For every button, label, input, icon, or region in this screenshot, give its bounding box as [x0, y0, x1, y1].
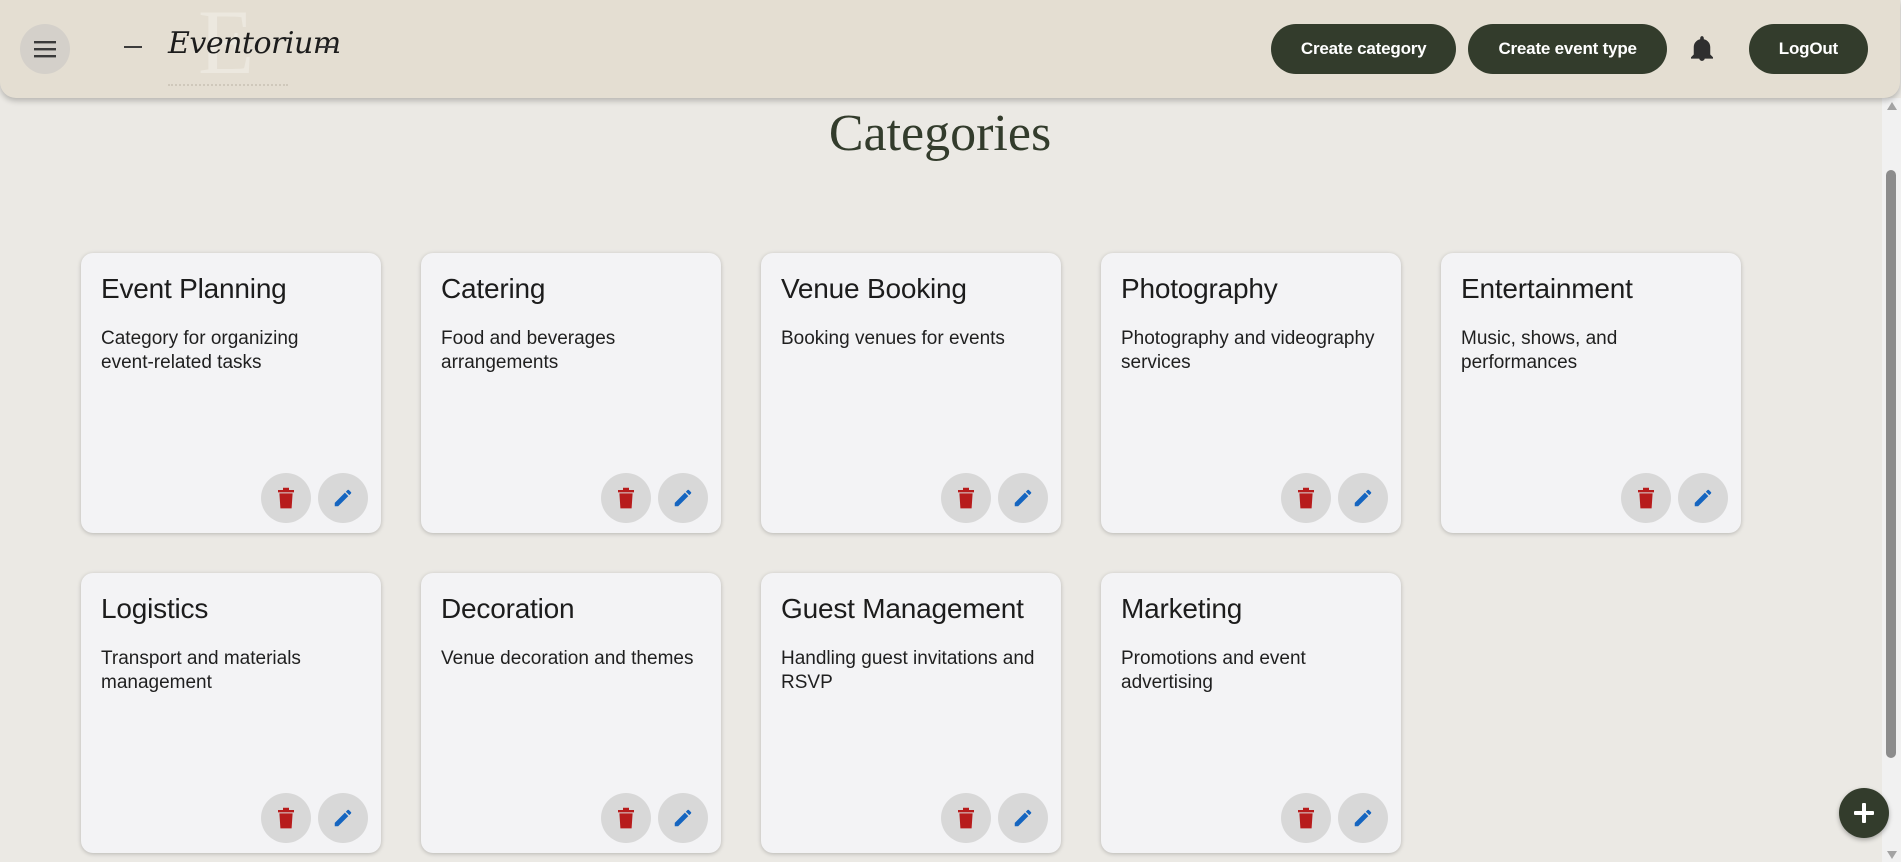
category-title: Entertainment: [1461, 273, 1633, 304]
notifications-button[interactable]: [1677, 24, 1727, 74]
logout-button[interactable]: LogOut: [1748, 24, 1868, 74]
create-category-button[interactable]: Create category: [1270, 24, 1457, 74]
pencil-icon: [1014, 809, 1032, 827]
category-title: Marketing: [1121, 593, 1243, 624]
edit-button[interactable]: [318, 473, 368, 523]
category-card: Catering Food and beverages arrangements: [421, 253, 721, 533]
trash-icon: [278, 807, 294, 829]
scrollbar-thumb[interactable]: [1886, 170, 1896, 758]
category-description: Handling guest invitations and RSVP: [781, 648, 1035, 693]
logo-tagline-decoration: [168, 84, 288, 90]
delete-button[interactable]: [1281, 473, 1331, 523]
delete-button[interactable]: [1281, 793, 1331, 843]
edit-button[interactable]: [1678, 473, 1728, 523]
edit-button[interactable]: [998, 793, 1048, 843]
logo-text: Eventorium: [168, 26, 341, 61]
category-card: Logistics Transport and materials manage…: [81, 573, 381, 853]
pencil-icon: [674, 809, 692, 827]
category-title: Catering: [441, 273, 546, 304]
category-description: Category for organizing event-related ta…: [101, 328, 299, 373]
pencil-icon: [1014, 489, 1032, 507]
create-event-type-button[interactable]: Create event type: [1468, 24, 1667, 74]
scroll-down-arrow-icon[interactable]: [1887, 851, 1897, 859]
category-card: Photography Photography and videography …: [1101, 253, 1401, 533]
trash-icon: [278, 487, 294, 509]
category-card: Entertainment Music, shows, and performa…: [1441, 253, 1741, 533]
delete-button[interactable]: [1621, 473, 1671, 523]
delete-button[interactable]: [941, 473, 991, 523]
pencil-icon: [674, 489, 692, 507]
category-description: Venue decoration and themes: [441, 648, 694, 669]
category-title: Logistics: [101, 593, 209, 624]
bell-icon: [1690, 36, 1713, 61]
trash-icon: [618, 487, 634, 509]
pencil-icon: [334, 809, 352, 827]
header-actions: Create category Create event type LogOut: [1259, 24, 1868, 74]
category-title: Event Planning: [101, 273, 287, 304]
add-fab-button[interactable]: [1839, 788, 1889, 838]
logo-dash-left: [124, 46, 142, 48]
delete-button[interactable]: [261, 793, 311, 843]
edit-button[interactable]: [658, 473, 708, 523]
plus-icon: [1854, 803, 1874, 823]
category-description: Music, shows, and performances: [1461, 328, 1618, 373]
pencil-icon: [334, 489, 352, 507]
category-description: Promotions and event advertising: [1121, 648, 1306, 693]
trash-icon: [1638, 487, 1654, 509]
category-card: Marketing Promotions and event advertisi…: [1101, 573, 1401, 853]
category-description: Transport and materials management: [101, 648, 301, 693]
menu-icon: [34, 41, 56, 58]
pencil-icon: [1354, 489, 1372, 507]
category-card: Event Planning Category for organizing e…: [81, 253, 381, 533]
trash-icon: [1298, 807, 1314, 829]
logo-dash-right: [318, 46, 336, 48]
scroll-up-arrow-icon[interactable]: [1887, 102, 1897, 110]
menu-button[interactable]: [20, 24, 70, 74]
edit-button[interactable]: [1338, 473, 1388, 523]
top-app-bar: E Eventorium Create category Create even…: [0, 0, 1900, 98]
edit-button[interactable]: [998, 473, 1048, 523]
category-description: Photography and videography services: [1121, 328, 1375, 373]
category-title: Guest Management: [781, 593, 1024, 624]
category-description: Booking venues for events: [781, 328, 1005, 349]
logo[interactable]: E Eventorium: [118, 0, 348, 92]
edit-button[interactable]: [1338, 793, 1388, 843]
delete-button[interactable]: [601, 473, 651, 523]
category-card: Guest Management Handling guest invitati…: [761, 573, 1061, 853]
pencil-icon: [1354, 809, 1372, 827]
trash-icon: [618, 807, 634, 829]
category-card: Venue Booking Booking venues for events: [761, 253, 1061, 533]
category-description: Food and beverages arrangements: [441, 328, 616, 373]
page-title: Categories: [828, 105, 1052, 162]
delete-button[interactable]: [601, 793, 651, 843]
trash-icon: [958, 807, 974, 829]
category-title: Photography: [1121, 273, 1278, 304]
delete-button[interactable]: [941, 793, 991, 843]
edit-button[interactable]: [658, 793, 708, 843]
delete-button[interactable]: [261, 473, 311, 523]
pencil-icon: [1694, 489, 1712, 507]
category-card: Decoration Venue decoration and themes: [421, 573, 721, 853]
trash-icon: [958, 487, 974, 509]
trash-icon: [1298, 487, 1314, 509]
edit-button[interactable]: [318, 793, 368, 843]
category-title: Venue Booking: [781, 273, 967, 304]
category-title: Decoration: [441, 593, 575, 624]
